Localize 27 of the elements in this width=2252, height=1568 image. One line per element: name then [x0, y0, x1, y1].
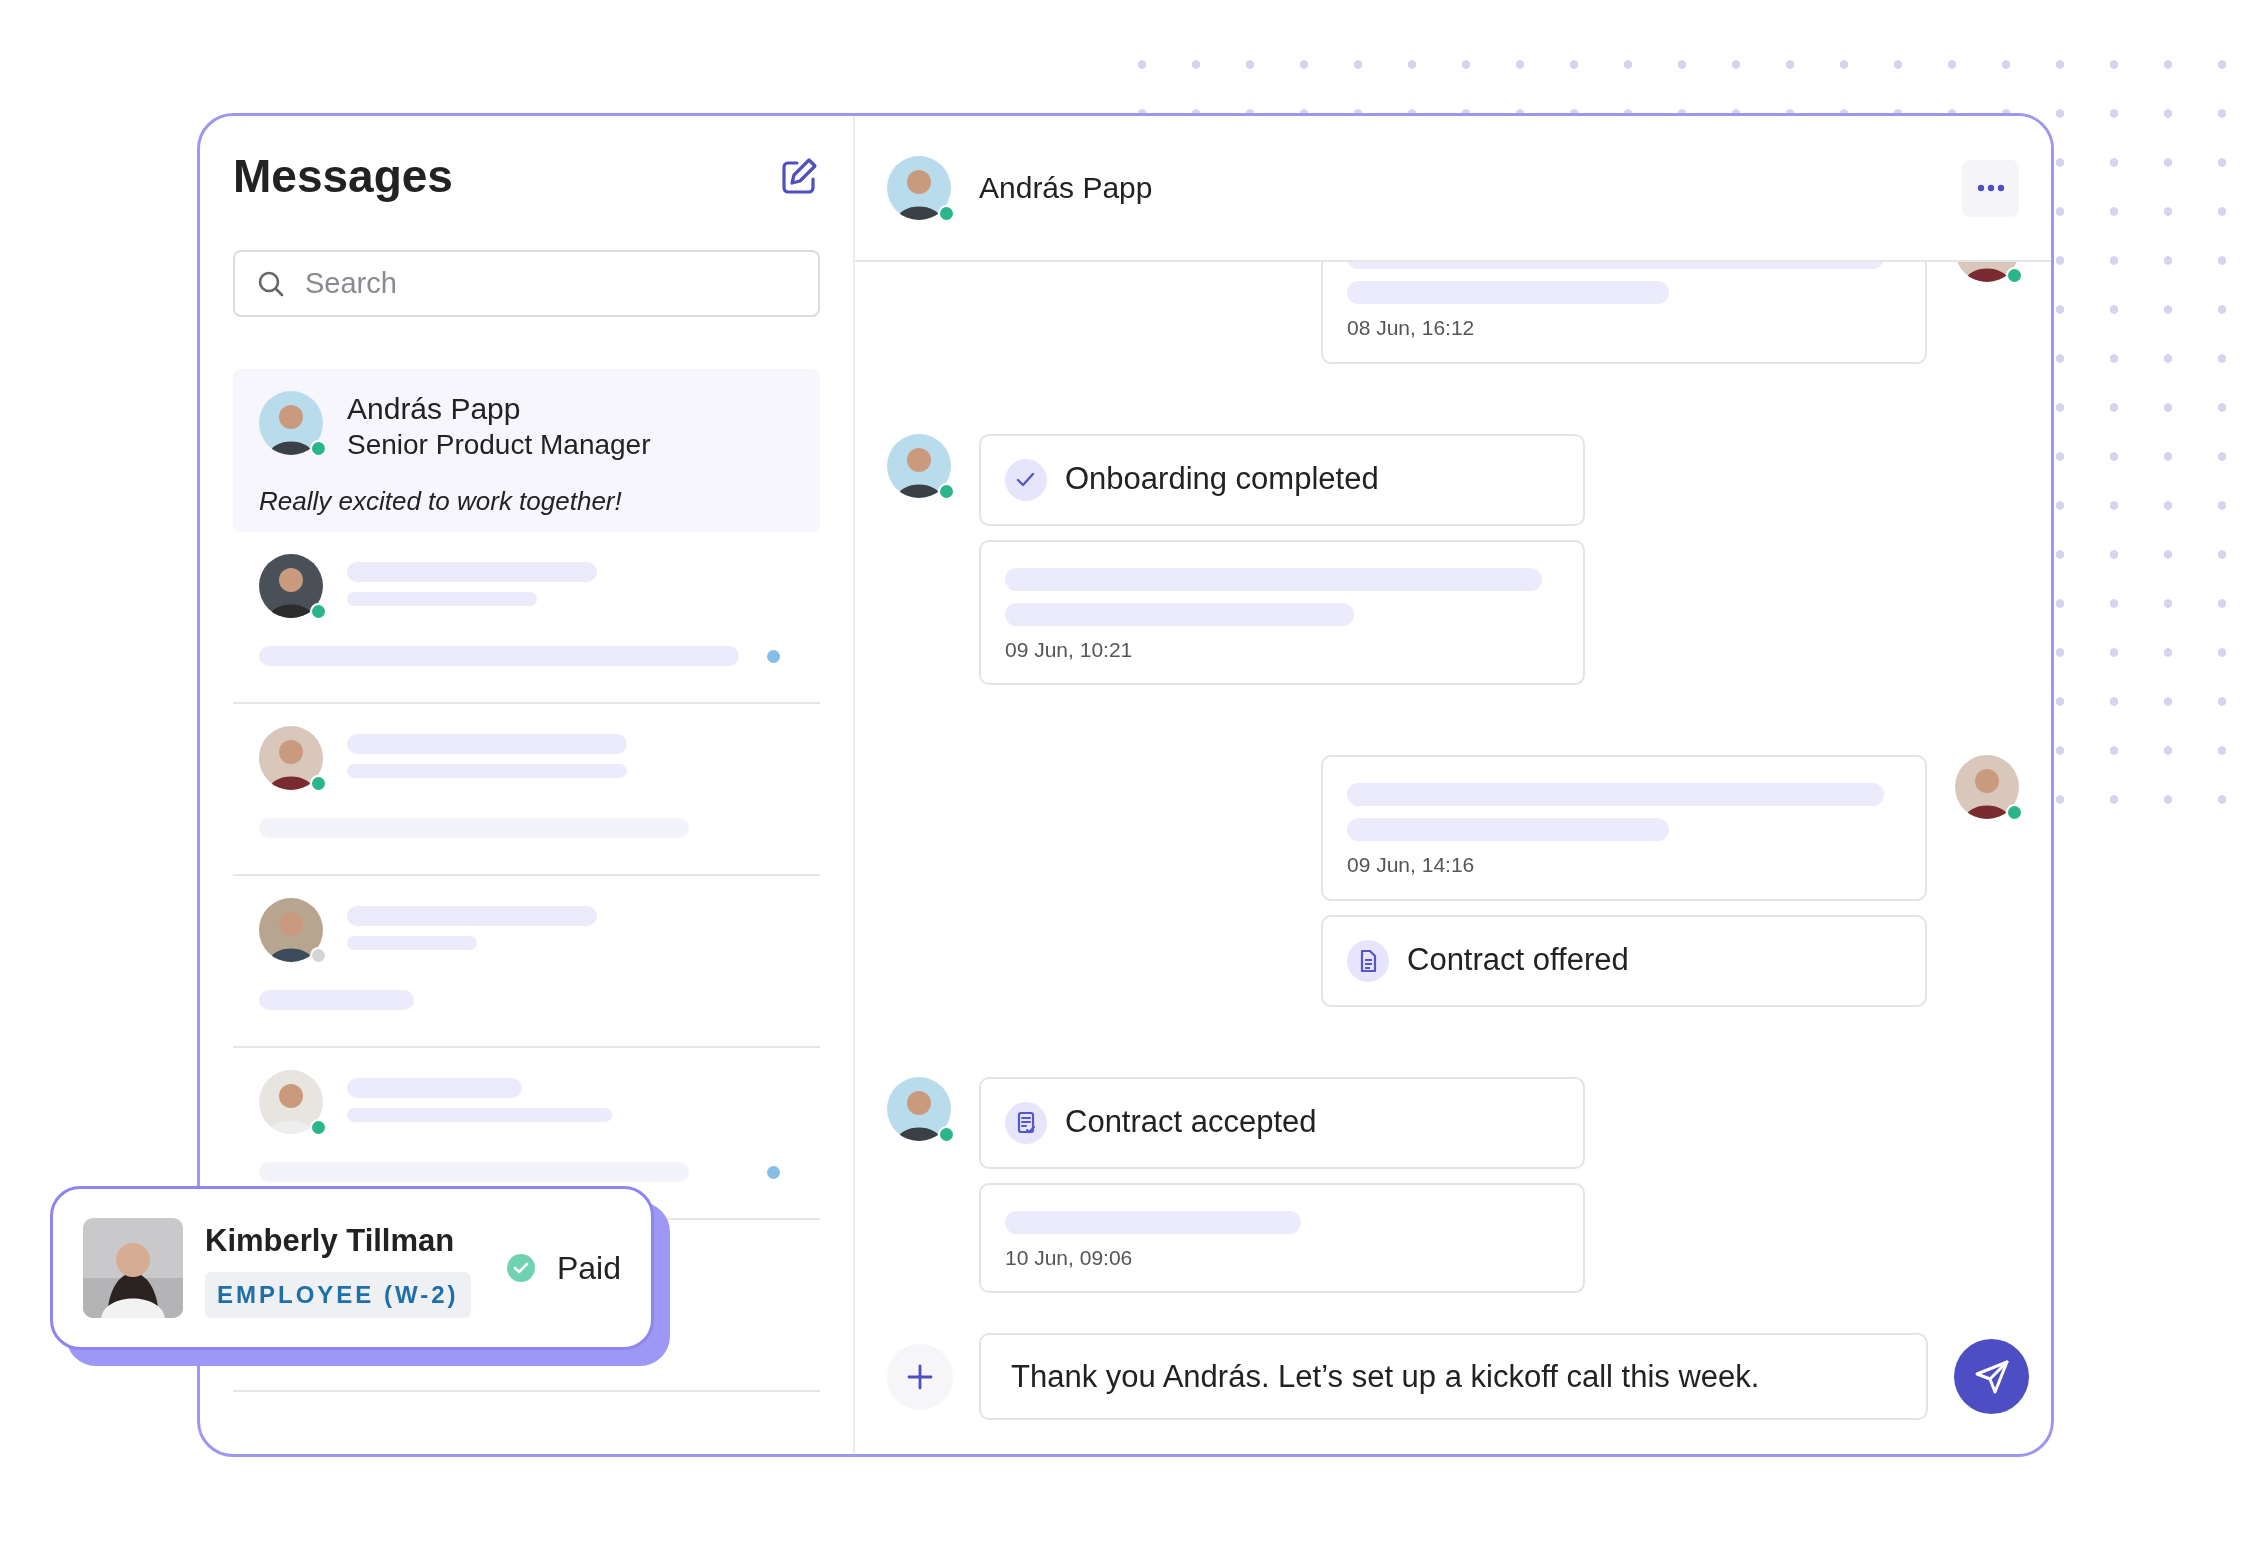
message-time: 09 Jun, 14:16 — [1347, 852, 1476, 878]
panel-title: Messages — [233, 149, 453, 204]
plus-icon — [907, 1363, 933, 1390]
send-icon — [1973, 1358, 2010, 1395]
event-label: Contract accepted — [1065, 1103, 1317, 1142]
contact-role: Senior Product Manager — [347, 428, 652, 463]
message-preview: Really excited to work together! — [259, 484, 623, 518]
search-field[interactable]: Search — [233, 250, 820, 318]
document-icon — [1347, 939, 1389, 982]
employment-tag: EMPLOYEE (W-2) — [205, 1272, 471, 1319]
message-time: 09 Jun, 10:21 — [1005, 636, 1134, 663]
search-icon — [257, 270, 285, 299]
contact-name: András Papp — [979, 170, 1154, 206]
employee-name: Kimberly Tillman — [205, 1221, 455, 1260]
conversation-item[interactable]: András Papp Senior Product Manager Really excited to work together! — [233, 369, 820, 533]
checklist-document-icon — [1005, 1101, 1047, 1144]
more-icon — [1976, 184, 2005, 192]
contact-name: András Papp — [347, 391, 522, 428]
payment-status: Paid — [556, 1249, 621, 1288]
check-icon — [1005, 458, 1047, 501]
event-label: Contract offered — [1407, 941, 1629, 980]
message-time: 08 Jun, 16:12 — [1347, 315, 1476, 341]
event-label: Onboarding completed — [1065, 460, 1379, 499]
message-input[interactable]: Thank you András. Let’s set up a kickoff call this week. — [979, 1333, 1928, 1420]
check-icon — [506, 1254, 535, 1282]
message-time: 10 Jun, 09:06 — [1005, 1244, 1134, 1271]
more-button[interactable] — [1962, 159, 2019, 217]
